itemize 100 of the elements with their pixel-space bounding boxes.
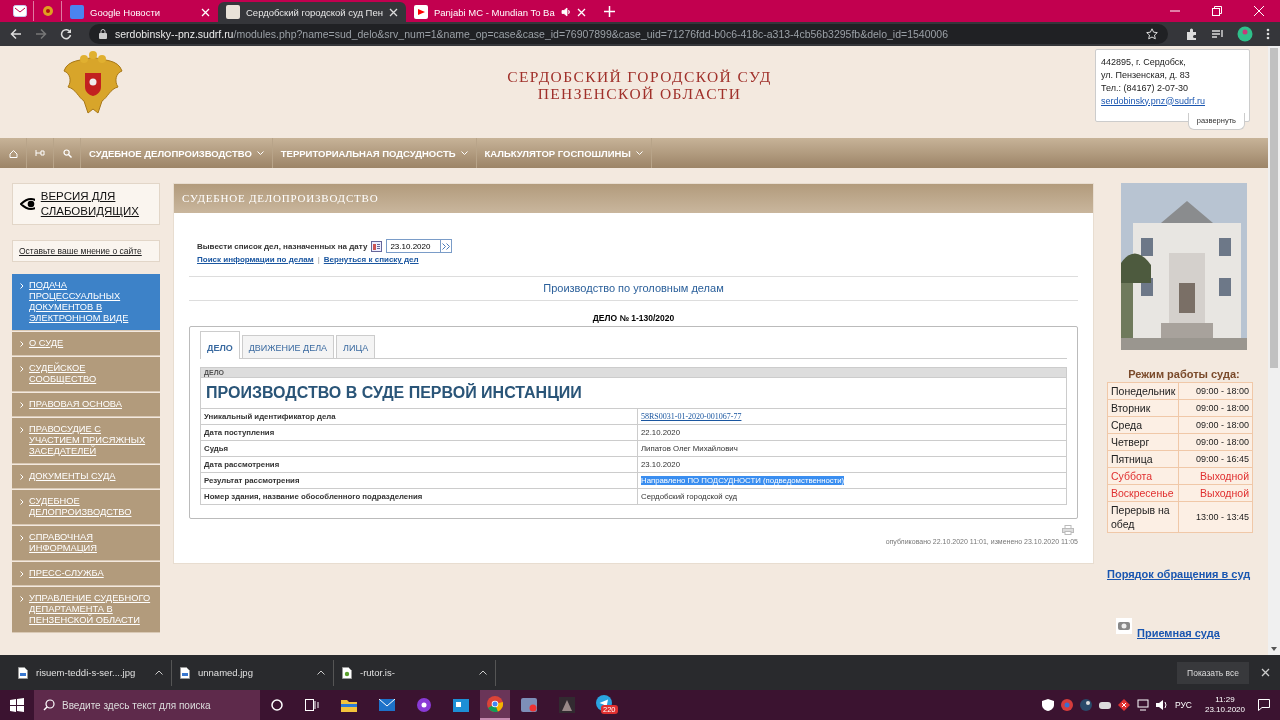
court-title: ПЕНЗЕНСКОЙ ОБЛАСТИ [536,85,743,102]
download-item[interactable]: unnamed.jpg [172,659,334,686]
date-field[interactable]: 23.10.2020 [386,239,442,253]
favicon-icon [413,5,428,19]
court-title: СЕРДОБСКИЙ ГОРОДСКОЙ СУД [506,68,773,85]
back-icon[interactable] [10,28,22,40]
clock-time[interactable]: 11:29 [1215,695,1235,705]
search-link[interactable]: Поиск информации по делам [197,255,314,264]
address-field[interactable]: serdobinsky--pnz.sudrf.ru/modules.php?name=sud_delo&srv_num=1&name_op=case&case_id=76907899&case_uid=71276fdd-b0c6-418c-a313-4cb56b3295fb&delo_id=1540006 [89,24,1168,44]
eye-icon [20,197,35,211]
favicon-icon [70,5,84,19]
chevron-right-icon [20,341,24,347]
chevron-right-icon [20,596,24,602]
link-separator: | [317,255,320,264]
chevron-right-icon [20,499,24,505]
chevron-up-icon[interactable] [317,670,325,675]
chrome-taskbar-button[interactable] [480,690,510,720]
download-item[interactable]: -rutor.is- [334,659,496,686]
back-link[interactable]: Вернуться к списку дел [323,255,419,264]
chevron-up-icon[interactable] [479,670,487,675]
windows-icon [10,698,24,712]
contact-line: ул. Пензенская, д. 83 [1101,68,1191,82]
table-cell: Четверг [1107,433,1179,451]
table-cell: Суббота [1107,467,1179,485]
search-icon [62,148,72,158]
table-cell: Воскресенье [1107,484,1179,502]
table-cell: 09:00 - 18:00 [1178,416,1253,434]
table-cell: Выходной [1178,484,1253,502]
contact-line: Тел.: (84167) 2-07-30 [1101,81,1189,95]
folder-icon[interactable] [341,698,357,712]
table-cell: 09:00 - 18:00 [1178,382,1253,400]
sidebar-item[interactable]: ПОДАЧА ПРОЦЕССУАЛЬНЫХ ДОКУМЕНТОВ В ЭЛЕКТРОННОМ ВИДЕ [12,274,160,331]
email-link[interactable]: serdobinsky.pnz@sudrf.ru [1101,94,1249,108]
chevron-right-icon [20,571,24,577]
case-heading: ПРОИЗВОДСТВО В СУДЕ ПЕРВОЙ ИНСТАНЦИИ [200,377,1067,409]
reception-icon [1116,618,1132,634]
close-icon[interactable] [1261,668,1270,677]
language-indicator[interactable]: РУС [1174,700,1192,710]
case-tab[interactable]: ЛИЦА [336,335,376,358]
torrent-file-icon [342,666,352,679]
file-icon [18,666,28,679]
table-cell: 09:00 - 16:45 [1178,450,1253,468]
table-cell: Выходной [1178,467,1253,485]
table-cell: 09:00 - 18:00 [1178,433,1253,451]
forward-icon[interactable] [35,28,47,40]
show-all-button[interactable]: Показать все [1177,661,1249,684]
chevron-down-icon [460,150,468,156]
search-field[interactable]: Введите здесь текст для поиска [34,690,260,720]
case-tab[interactable]: ДВИЖЕНИЕ ДЕЛА [241,335,335,358]
case-tab[interactable]: ДЕЛО [200,331,240,359]
table-cell: 09:00 - 18:00 [1178,399,1253,417]
menu-icon[interactable] [1266,28,1270,40]
speaker-icon[interactable] [560,7,571,17]
error-icon[interactable] [1117,699,1130,711]
chevron-right-icon [20,427,24,433]
feedback-link[interactable]: Оставьте ваше мнение о сайте [12,240,160,262]
chevron-down-icon [635,150,643,156]
task-view-icon[interactable] [305,699,319,711]
submit-button[interactable] [440,239,453,253]
notifications-icon[interactable] [1258,699,1270,711]
browser-tab[interactable]: Сердобский городской суд Пен [218,2,406,22]
mail-icon [12,5,27,17]
mail-icon[interactable] [379,699,395,711]
close-icon[interactable] [388,7,398,17]
restore-icon[interactable] [1212,6,1222,16]
network-icon[interactable] [1136,699,1149,711]
home-icon [8,148,18,158]
chevron-up-icon[interactable] [155,670,163,675]
procedure-link[interactable]: Порядок обращения в суд [1107,568,1261,580]
reception-link[interactable]: Приемная суда [1137,627,1220,639]
cortana-icon[interactable] [271,699,283,711]
playlist-icon[interactable] [1211,27,1224,41]
star-icon[interactable] [1146,28,1158,40]
browser-tab[interactable]: Google Новости [62,2,218,22]
favicon-icon [226,5,240,19]
contact-line: 442895, г. Сердобск, [1101,55,1187,69]
download-item[interactable]: risuem-teddi-s-ser....jpg [10,659,172,686]
section-title: Производство по уголовным делам [189,276,1078,301]
case-id-link[interactable]: 58RS0031-01-2020-001067-77 [641,412,742,421]
table-cell: Понедельник [1107,382,1179,400]
table-cell: Пятница [1107,450,1179,468]
scrollbar-thumb[interactable] [1270,48,1278,368]
file-icon [180,666,190,679]
avatar-icon[interactable] [1237,26,1253,42]
shield-icon[interactable] [1041,699,1054,711]
accessibility-button[interactable]: ВЕРСИЯ ДЛЯ СЛАБОВИДЯЩИХ [12,183,160,225]
podcast-icon[interactable] [417,698,431,712]
calendar-icon[interactable] [371,240,383,252]
clock-date[interactable]: 23.10.2020 [1204,705,1245,715]
chevron-right-icon [20,402,24,408]
new-tab-icon[interactable] [603,6,615,17]
browser-tab[interactable]: Panjabi MC - Mundian To Ba [405,2,594,22]
scroll-down-icon[interactable] [1271,647,1277,651]
volume-icon[interactable] [1155,699,1168,711]
panel-title: СУДЕБНОЕ ДЕЛОПРОИЗВОДСТВО [174,184,1093,213]
chevron-right-icon [20,535,24,541]
app-icon[interactable] [453,698,469,712]
table-cell: Перерыв на обед [1107,501,1179,533]
reload-icon[interactable] [60,28,72,40]
puzzle-icon[interactable] [1185,27,1198,41]
